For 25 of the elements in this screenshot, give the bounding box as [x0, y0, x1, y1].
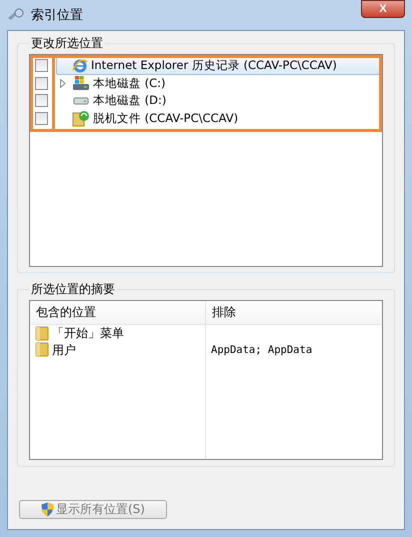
tree-item[interactable]: 本地磁盘 (C:) — [56, 74, 380, 92]
group-title: 所选位置的摘要 — [30, 281, 116, 298]
folder-icon — [35, 342, 49, 357]
shield-icon — [41, 502, 54, 517]
index-icon — [7, 8, 25, 22]
table-cell: 用户 — [52, 342, 76, 359]
window-title: 索引位置 — [31, 7, 83, 24]
globe-e-icon — [72, 58, 88, 74]
table-cell: 「开始」菜单 — [52, 325, 124, 342]
checkbox[interactable] — [35, 112, 48, 125]
column-header[interactable]: 包含的位置 — [30, 301, 206, 324]
folder-icon — [35, 326, 49, 341]
tree-item[interactable]: 本地磁盘 (D:) — [56, 92, 380, 110]
sync-folder-icon — [72, 110, 90, 127]
checkbox[interactable] — [35, 76, 48, 90]
tree-item[interactable]: 脱机文件 (CCAV-PC\CCAV) — [56, 109, 380, 128]
checkbox[interactable] — [35, 59, 48, 72]
drive-icon — [72, 96, 90, 105]
table-cell: AppData; AppData — [211, 344, 312, 356]
expand-arrow-icon[interactable] — [60, 78, 66, 88]
column-header[interactable]: 排除 — [206, 301, 382, 324]
show-all-button[interactable]: 显示所有位置(S) — [19, 500, 167, 519]
drive-icon — [72, 75, 90, 92]
group-title: 更改所选位置 — [30, 35, 104, 52]
checkbox[interactable] — [35, 94, 48, 108]
